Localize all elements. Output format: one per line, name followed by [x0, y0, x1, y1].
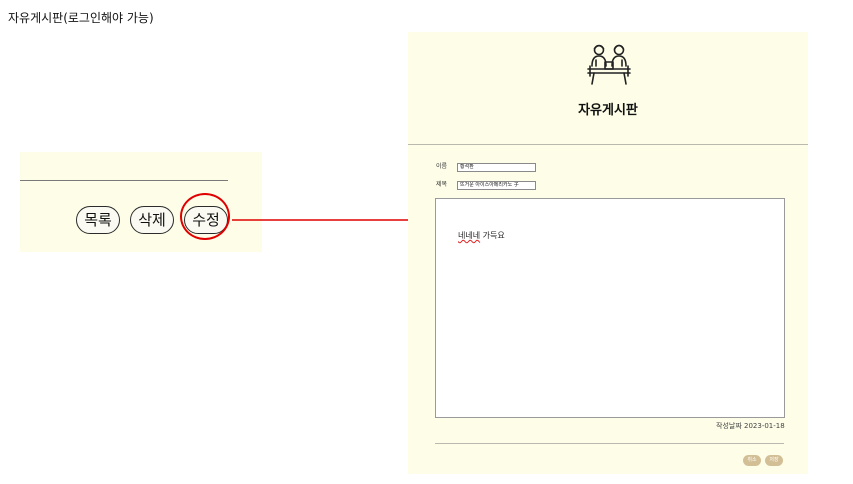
subject-label: 제목: [436, 181, 448, 188]
post-actions-snippet: 목록 삭제 수정: [20, 152, 262, 252]
written-date: 작성날짜 2023-01-18: [716, 422, 785, 431]
arrow-right-icon: [232, 216, 420, 224]
date-label: 작성날짜: [716, 422, 742, 430]
list-button[interactable]: 목록: [76, 206, 120, 234]
people-at-table-icon: [587, 44, 631, 85]
date-value: 2023-01-18: [744, 422, 785, 430]
divider: [408, 144, 808, 145]
board-edit-panel: 자유게시판 이름 황석환 제목 뜨거운 아이스아메리카노 子 네네네 가득요 작…: [408, 32, 808, 474]
edit-button-highlight: [180, 193, 230, 240]
name-label: 이름: [436, 163, 448, 170]
cancel-button[interactable]: 취소: [743, 455, 761, 466]
board-title: 자유게시판: [578, 103, 638, 118]
content-text: 네네네 가득요: [458, 231, 505, 241]
content-text-rest: 가득요: [480, 231, 505, 240]
divider: [20, 180, 228, 181]
save-button[interactable]: 저장: [765, 455, 783, 466]
content-text-spellcheck: 네네네: [458, 231, 481, 240]
delete-button[interactable]: 삭제: [130, 206, 174, 234]
name-field[interactable]: 황석환: [457, 163, 536, 172]
subject-field[interactable]: 뜨거운 아이스아메리카노 子: [457, 181, 536, 190]
divider: [435, 443, 784, 444]
content-textarea[interactable]: 네네네 가득요: [435, 198, 785, 418]
page-caption: 자유게시판(로그인해야 가능): [8, 11, 154, 25]
